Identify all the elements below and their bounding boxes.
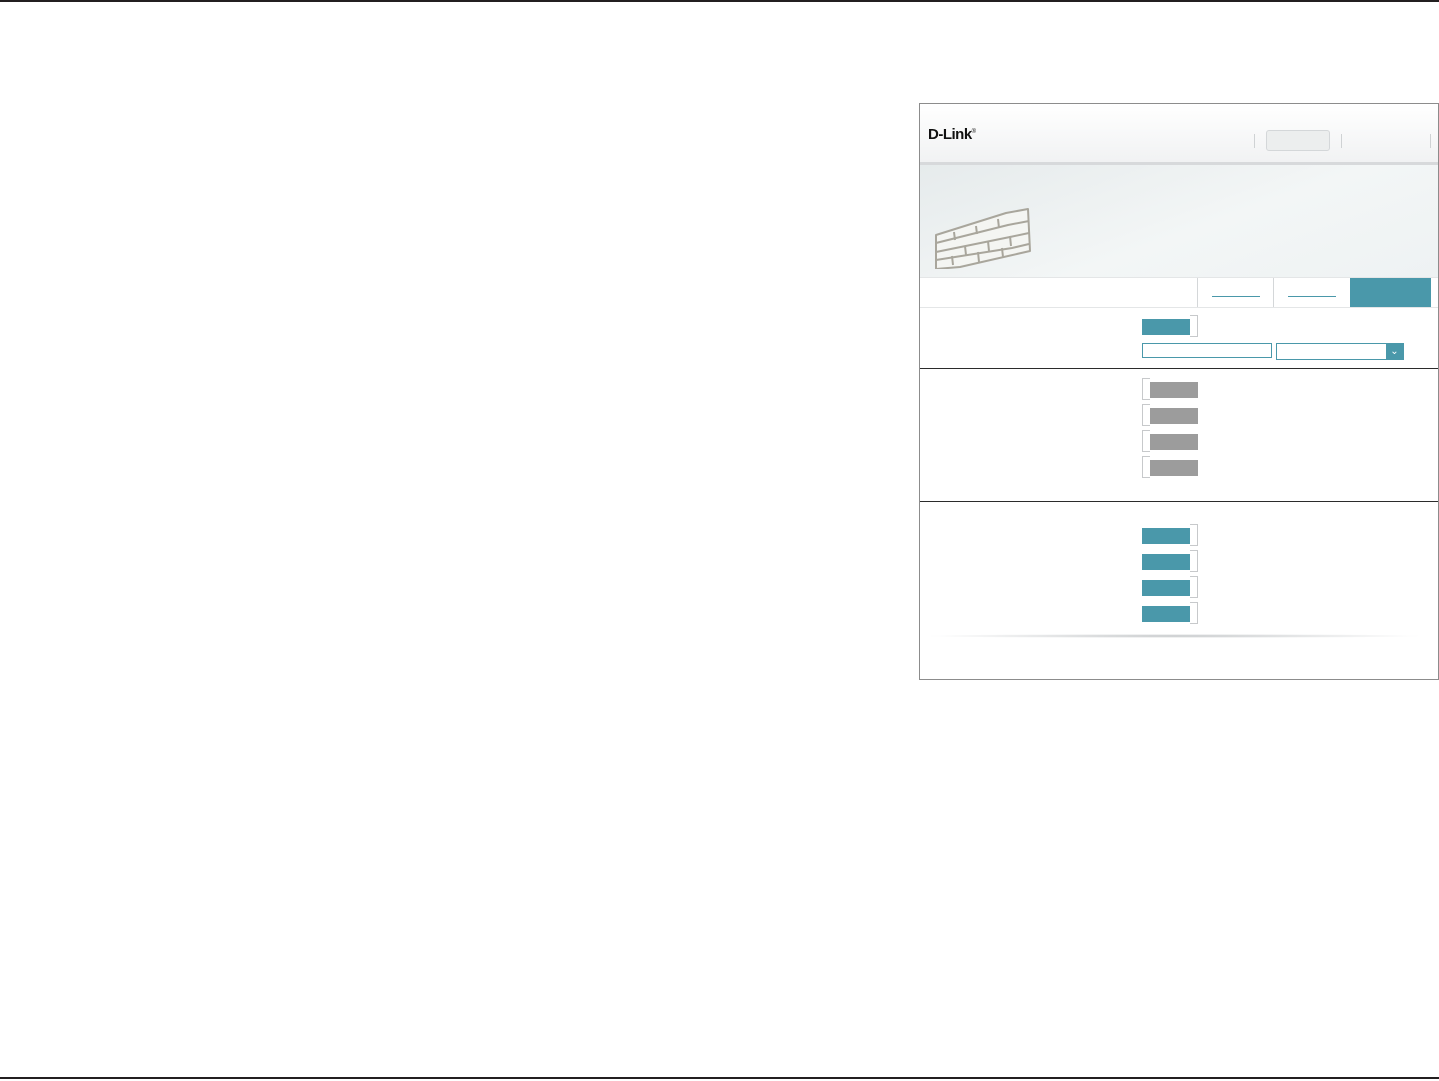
toggle-knob[interactable]	[1190, 524, 1198, 546]
page-top-rule	[0, 0, 1439, 2]
section3-toggle-3[interactable]	[1142, 576, 1198, 598]
section2-toggle-2[interactable]	[1142, 404, 1198, 426]
page-bottom-rule	[0, 1077, 1439, 1079]
header-divider	[1341, 134, 1342, 148]
toggle-knob[interactable]	[1142, 430, 1150, 452]
tab-1-underline	[1212, 296, 1260, 297]
router-ui-window: D-Link® ⌄	[919, 103, 1439, 680]
section3-toggle-2[interactable]	[1142, 550, 1198, 572]
toggle-knob[interactable]	[1190, 315, 1198, 337]
section1-toggle[interactable]	[1142, 315, 1198, 337]
toggle-knob[interactable]	[1142, 456, 1150, 478]
section3-toggle-1[interactable]	[1142, 524, 1198, 546]
toggle-knob[interactable]	[1142, 404, 1150, 426]
tab-3-active[interactable]	[1350, 278, 1431, 307]
chevron-down-icon[interactable]: ⌄	[1386, 344, 1403, 359]
section2-toggle-4[interactable]	[1142, 456, 1198, 478]
address-input[interactable]	[1142, 343, 1272, 358]
section2-toggle-3[interactable]	[1142, 430, 1198, 452]
header-divider	[1430, 134, 1431, 148]
toggle-knob[interactable]	[1190, 550, 1198, 572]
section-divider	[920, 501, 1438, 502]
dlink-logo: D-Link®	[928, 126, 976, 143]
tab-1[interactable]	[1197, 278, 1274, 307]
schedule-select[interactable]: ⌄	[1276, 343, 1404, 360]
header-bar: D-Link®	[920, 104, 1438, 165]
toggle-knob[interactable]	[1190, 602, 1198, 624]
tab-2-underline	[1288, 296, 1336, 297]
section-divider	[920, 368, 1438, 369]
section3-toggle-4[interactable]	[1142, 602, 1198, 624]
header-divider	[1254, 134, 1255, 148]
toggle-knob[interactable]	[1190, 576, 1198, 598]
footer-divider	[930, 634, 1418, 638]
brick-wall-icon	[935, 208, 1031, 269]
page-banner	[920, 165, 1438, 277]
header-nav-button[interactable]	[1266, 130, 1330, 151]
toggle-knob[interactable]	[1142, 378, 1150, 400]
section2-toggle-1[interactable]	[1142, 378, 1198, 400]
tab-2[interactable]	[1273, 278, 1350, 307]
tab-bar	[920, 277, 1438, 308]
